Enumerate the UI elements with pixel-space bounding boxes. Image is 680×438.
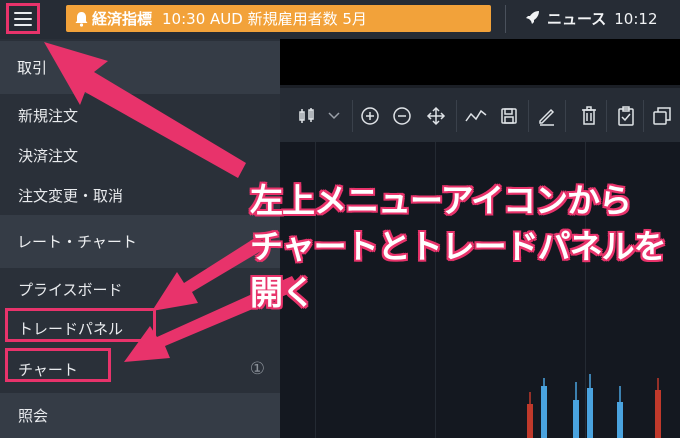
menu-item-settle-order[interactable]: 決済注文 — [0, 135, 280, 175]
menu-item-modify-order[interactable]: 注文変更・取消 — [0, 175, 280, 215]
trash-icon[interactable] — [577, 104, 601, 128]
top-bar: 経済指標 10:30 AUD 新規雇用者数 5月 ニュース 10:12 — [0, 0, 680, 39]
section-rate-chart: レート・チャート — [0, 215, 280, 268]
candle-body — [655, 390, 661, 438]
candlestick-icon[interactable] — [295, 104, 319, 128]
alert-message: 10:30 AUD 新規雇用者数 5月 — [162, 10, 367, 28]
candle-body — [541, 386, 547, 438]
section-rate-chart-label: レート・チャート — [17, 233, 137, 251]
annotation-line-1: 左上メニューアイコンから — [250, 181, 632, 220]
economic-indicator-banner[interactable]: 経済指標 10:30 AUD 新規雇用者数 5月 — [66, 5, 491, 32]
menu-button[interactable] — [6, 3, 40, 34]
section-trade: 取引 — [0, 41, 280, 94]
menu-icon — [14, 11, 32, 26]
menu-item-label: 決済注文 — [18, 146, 79, 165]
draw-line-icon[interactable] — [464, 104, 488, 128]
menu-item-label: 注文変更・取消 — [18, 186, 124, 205]
chart-toolbar — [280, 88, 680, 142]
chart-count-badge: ① — [249, 359, 265, 379]
toolbar-separator — [456, 100, 457, 132]
clipboard-check-icon[interactable] — [614, 104, 638, 128]
candle-body — [527, 404, 533, 438]
news-ticker[interactable]: ニュース 10:12 — [525, 8, 658, 29]
save-icon[interactable] — [497, 104, 521, 128]
chevron-down-icon[interactable] — [322, 104, 346, 128]
news-time: 10:12 — [614, 9, 658, 28]
topbar-divider — [505, 5, 506, 33]
windows-icon[interactable] — [650, 104, 674, 128]
toolbar-separator — [643, 100, 644, 132]
move-icon[interactable] — [424, 104, 448, 128]
annotation-line-2: チャートとトレードパネルを開く — [250, 227, 667, 312]
annotation-text: 左上メニューアイコンから チャートとトレードパネルを開く — [250, 178, 680, 316]
section-trade-label: 取引 — [17, 59, 48, 77]
toolbar-separator — [528, 100, 529, 132]
toolbar-separator — [352, 100, 353, 132]
candle-body — [617, 402, 623, 438]
zoom-out-icon[interactable] — [390, 104, 414, 128]
menu-item-inquiry[interactable]: 照会 — [0, 393, 280, 438]
news-label: ニュース — [547, 10, 607, 28]
highlight-trade-panel — [5, 308, 156, 342]
candle-body — [573, 400, 579, 438]
bell-icon — [70, 11, 92, 27]
toolbar-separator — [606, 100, 607, 132]
menu-item-label: 新規注文 — [18, 106, 79, 125]
menu-item-label: 照会 — [18, 407, 49, 425]
pencil-icon[interactable] — [535, 104, 559, 128]
menu-item-new-order[interactable]: 新規注文 — [0, 95, 280, 135]
toolbar-separator — [565, 100, 566, 132]
highlight-chart — [5, 348, 111, 382]
menu-item-label: プライスボード — [18, 280, 123, 299]
zoom-in-icon[interactable] — [358, 104, 382, 128]
alert-label: 経済指標 — [92, 10, 153, 28]
candle-body — [587, 388, 593, 438]
menu-item-price-board[interactable]: プライスボード — [0, 269, 280, 309]
rocket-icon — [525, 9, 541, 29]
rate-strip — [280, 39, 680, 85]
